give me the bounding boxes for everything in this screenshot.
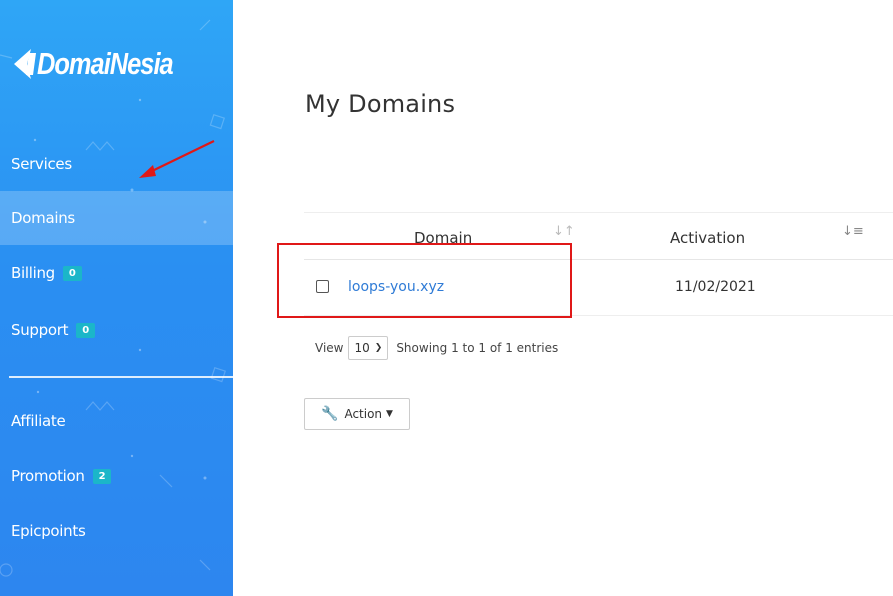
sidebar-item-label: Epicpoints — [11, 522, 86, 540]
annotation-highlight-box — [277, 243, 572, 318]
activation-date: 11/02/2021 — [675, 279, 756, 295]
sidebar-divider — [9, 376, 233, 378]
entries-summary: Showing 1 to 1 of 1 entries — [396, 341, 559, 355]
sidebar-item-epicpoints[interactable]: Epicpoints — [0, 504, 233, 558]
sidebar-item-promotion[interactable]: Promotion 2 — [0, 449, 233, 503]
sort-icon[interactable]: ↓↑ — [553, 224, 575, 239]
page-size-value: 10 — [354, 341, 370, 355]
action-dropdown-button[interactable]: 🔧 Action ▼ — [304, 398, 410, 430]
pagination-bar: View 10 ❯ Showing 1 to 1 of 1 entries — [315, 336, 558, 360]
logo-arrow-icon — [14, 49, 36, 79]
support-count-badge: 0 — [76, 322, 95, 338]
action-label: Action — [344, 407, 383, 421]
wrench-icon: 🔧 — [321, 406, 339, 422]
page-size-select[interactable]: 10 ❯ — [348, 336, 389, 360]
sidebar-item-label: Domains — [11, 209, 75, 227]
brand-logo[interactable]: DomaiNesia — [14, 42, 202, 86]
sidebar-item-label: Promotion — [11, 467, 85, 485]
billing-count-badge: 0 — [62, 265, 82, 281]
view-label: View — [315, 341, 344, 355]
sidebar-item-support[interactable]: Support 0 — [0, 303, 233, 357]
sidebar-item-label: Support — [11, 321, 69, 339]
sidebar-item-affiliate[interactable]: Affiliate — [0, 394, 233, 448]
sidebar-item-domains[interactable]: Domains — [0, 191, 233, 245]
sidebar-item-label: Affiliate — [11, 412, 66, 430]
chevron-down-icon: ❯ — [374, 343, 383, 353]
page-title: My Domains — [305, 90, 456, 118]
sort-desc-icon[interactable]: ↓≡ — [842, 224, 864, 239]
sidebar-item-services[interactable]: Services — [0, 137, 233, 191]
logo-text: DomaiNesia — [37, 46, 174, 81]
caret-down-icon: ▼ — [386, 409, 393, 419]
sidebar-item-label: Services — [11, 155, 72, 173]
sidebar-item-billing[interactable]: Billing 0 — [0, 246, 233, 300]
sidebar: DomaiNesia Services Domains Billing 0 Su… — [0, 0, 233, 596]
promotion-count-badge: 2 — [92, 468, 112, 484]
sidebar-item-label: Billing — [11, 264, 55, 282]
column-header-activation[interactable]: Activation — [670, 229, 745, 247]
